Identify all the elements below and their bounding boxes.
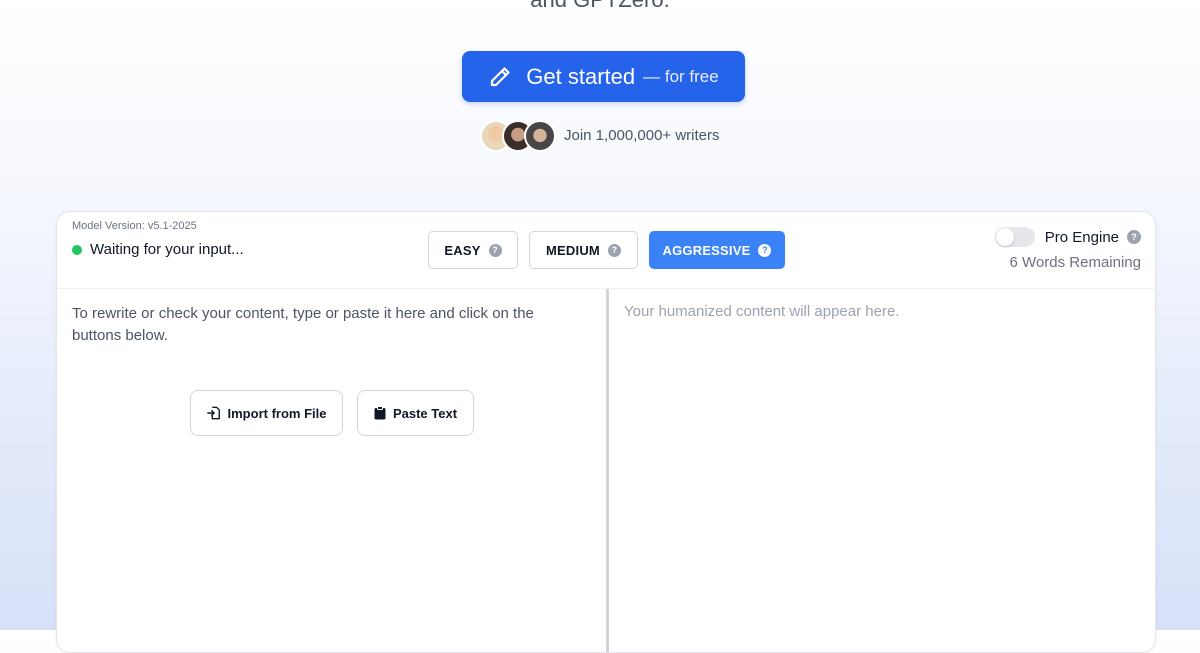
input-hint: To rewrite or check your content, type o… bbox=[72, 305, 534, 344]
paste-text-label: Paste Text bbox=[392, 405, 458, 421]
status-indicator: Waiting for your input... bbox=[72, 241, 244, 258]
paste-text-button[interactable]: Paste Text bbox=[357, 390, 474, 436]
status-dot-icon bbox=[72, 244, 82, 255]
help-icon[interactable]: ? bbox=[488, 243, 502, 257]
input-pane[interactable]: To rewrite or check your content, type o… bbox=[57, 289, 606, 652]
help-icon[interactable]: ? bbox=[758, 243, 772, 257]
mode-medium-label: MEDIUM bbox=[546, 242, 600, 258]
pro-engine-label: Pro Engine bbox=[1044, 228, 1119, 246]
avatar-group bbox=[480, 119, 556, 152]
mode-aggressive-button[interactable]: AGGRESSIVE ? bbox=[649, 231, 785, 269]
status-text: Waiting for your input... bbox=[90, 241, 244, 258]
output-placeholder: Your humanized content will appear here. bbox=[624, 303, 900, 320]
help-icon[interactable]: ? bbox=[607, 243, 621, 257]
social-proof: Join 1,000,000+ writers bbox=[480, 119, 720, 152]
mode-easy-label: EASY bbox=[444, 242, 481, 258]
mode-medium-button[interactable]: MEDIUM ? bbox=[529, 231, 638, 269]
mode-aggressive-label: AGGRESSIVE bbox=[662, 242, 751, 258]
import-from-file-label: Import from File bbox=[227, 405, 327, 421]
humanizer-card: Model Version: v5.1-2025 Waiting for you… bbox=[56, 211, 1156, 653]
import-from-file-button[interactable]: Import from File bbox=[190, 390, 343, 436]
mode-easy-button[interactable]: EASY ? bbox=[428, 231, 518, 269]
model-version: Model Version: v5.1-2025 bbox=[72, 220, 197, 232]
help-icon[interactable]: ? bbox=[1127, 230, 1141, 244]
pro-engine-control: Pro Engine ? bbox=[994, 227, 1141, 247]
avatar bbox=[524, 120, 556, 152]
for-free-label: — for free bbox=[643, 66, 719, 86]
pro-engine-toggle[interactable] bbox=[994, 227, 1035, 247]
words-remaining: 6 Words Remaining bbox=[1009, 254, 1141, 271]
file-import-icon bbox=[206, 406, 220, 420]
clipboard-icon bbox=[374, 406, 386, 420]
toggle-knob bbox=[995, 228, 1014, 246]
output-pane: Your humanized content will appear here. bbox=[609, 289, 1155, 652]
pencil-icon bbox=[491, 66, 510, 86]
hero-tagline-tail: and GPTZero. bbox=[0, 0, 1200, 13]
get-started-label: Get started bbox=[526, 63, 636, 89]
social-proof-text: Join 1,000,000+ writers bbox=[564, 126, 720, 144]
get-started-button[interactable]: Get started — for free bbox=[462, 51, 745, 102]
